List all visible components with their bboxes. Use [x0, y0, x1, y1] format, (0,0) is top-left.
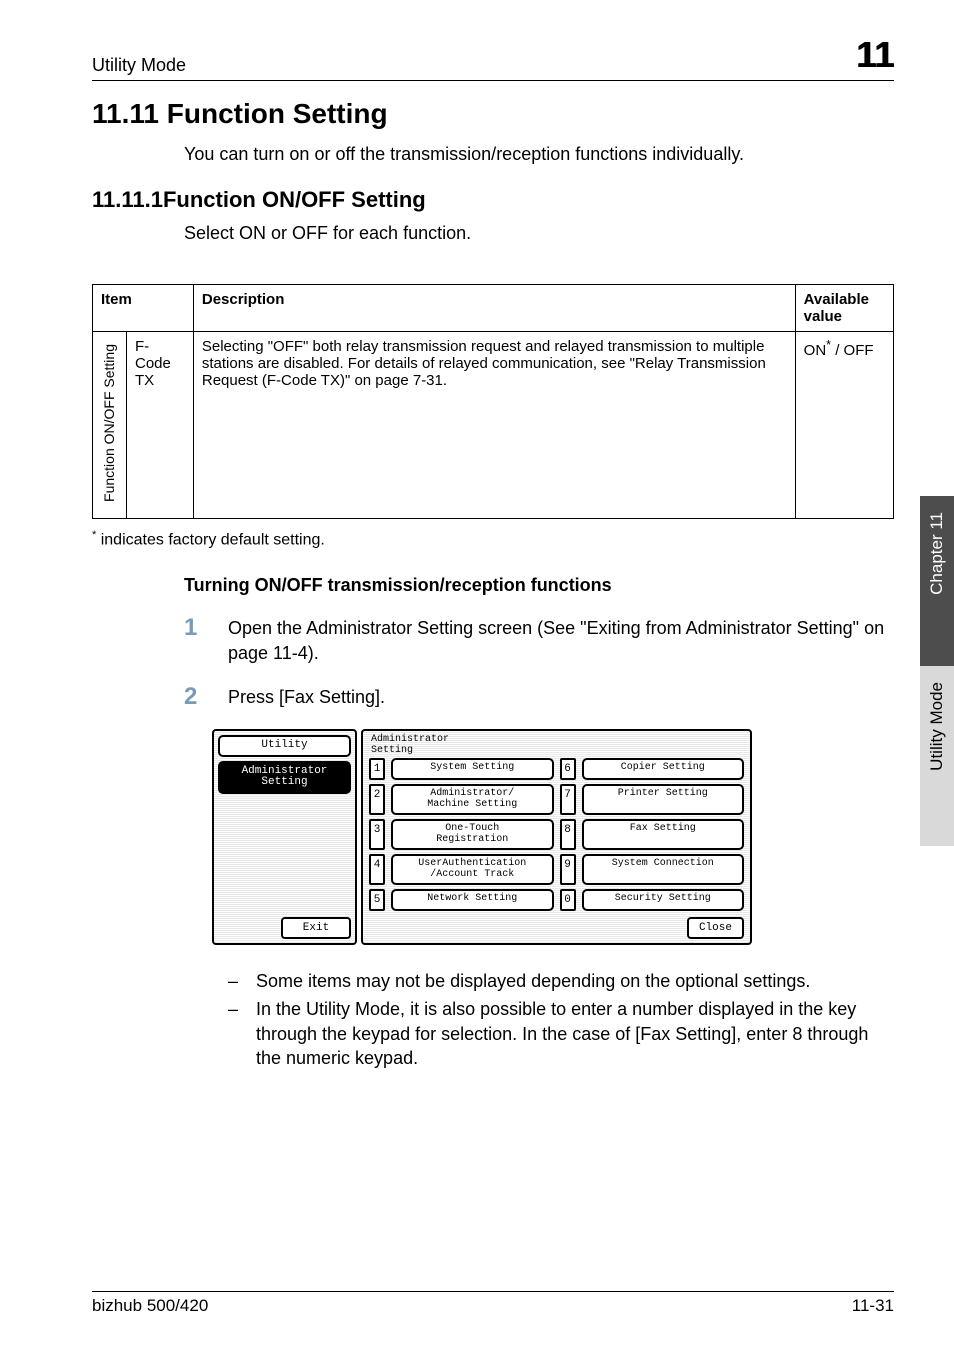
- footer-page-number: 11-31: [852, 1296, 894, 1316]
- page-border: [92, 0, 894, 1292]
- side-tab-mode: Utility Mode: [920, 666, 954, 846]
- page-footer: bizhub 500/420 11-31: [92, 1296, 894, 1316]
- side-tab-chapter: Chapter 11: [920, 496, 954, 666]
- side-tab-mode-label: Utility Mode: [927, 682, 947, 771]
- footer-product: bizhub 500/420: [92, 1296, 208, 1316]
- side-tab-chapter-label: Chapter 11: [927, 512, 947, 595]
